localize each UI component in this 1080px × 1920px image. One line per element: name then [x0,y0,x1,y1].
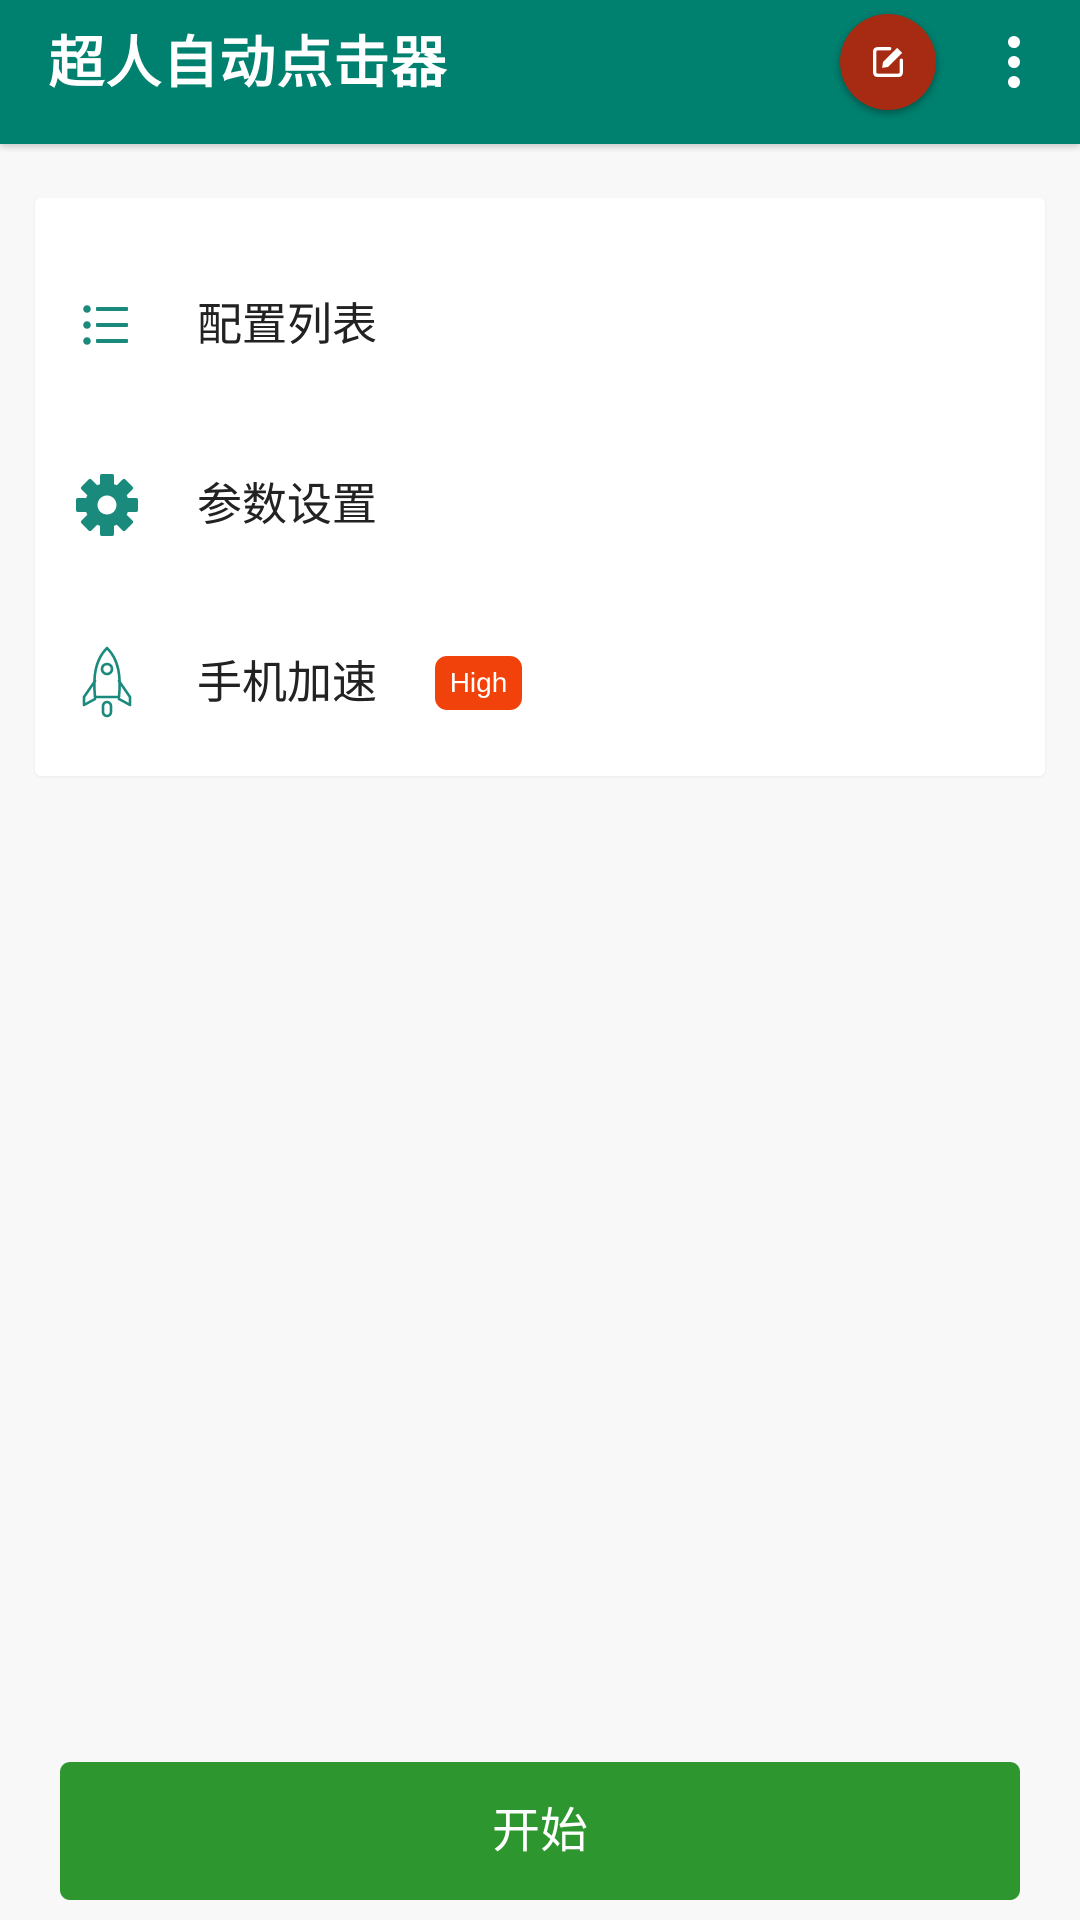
menu-card: 配置列表 参数设置 手机加速 High [35,198,1045,776]
menu-item-config-list[interactable]: 配置列表 [35,250,1045,400]
more-options-button[interactable] [990,28,1038,96]
start-button[interactable]: 开始 [60,1762,1020,1900]
menu-item-label: 手机加速 [197,656,378,709]
menu-item-label: 配置列表 [197,298,378,351]
list-icon [70,288,144,362]
edit-icon [873,47,903,77]
status-badge: High [435,656,522,710]
gear-icon [70,468,144,542]
more-vert-icon [1008,36,1020,88]
edit-button[interactable] [840,14,936,110]
rocket-icon [70,646,144,720]
app-bar: 超人自动点击器 [0,0,1080,144]
menu-item-label: 参数设置 [197,478,378,531]
menu-item-phone-boost[interactable]: 手机加速 High [35,608,1045,758]
menu-item-settings[interactable]: 参数设置 [35,430,1045,580]
app-title: 超人自动点击器 [49,31,448,96]
